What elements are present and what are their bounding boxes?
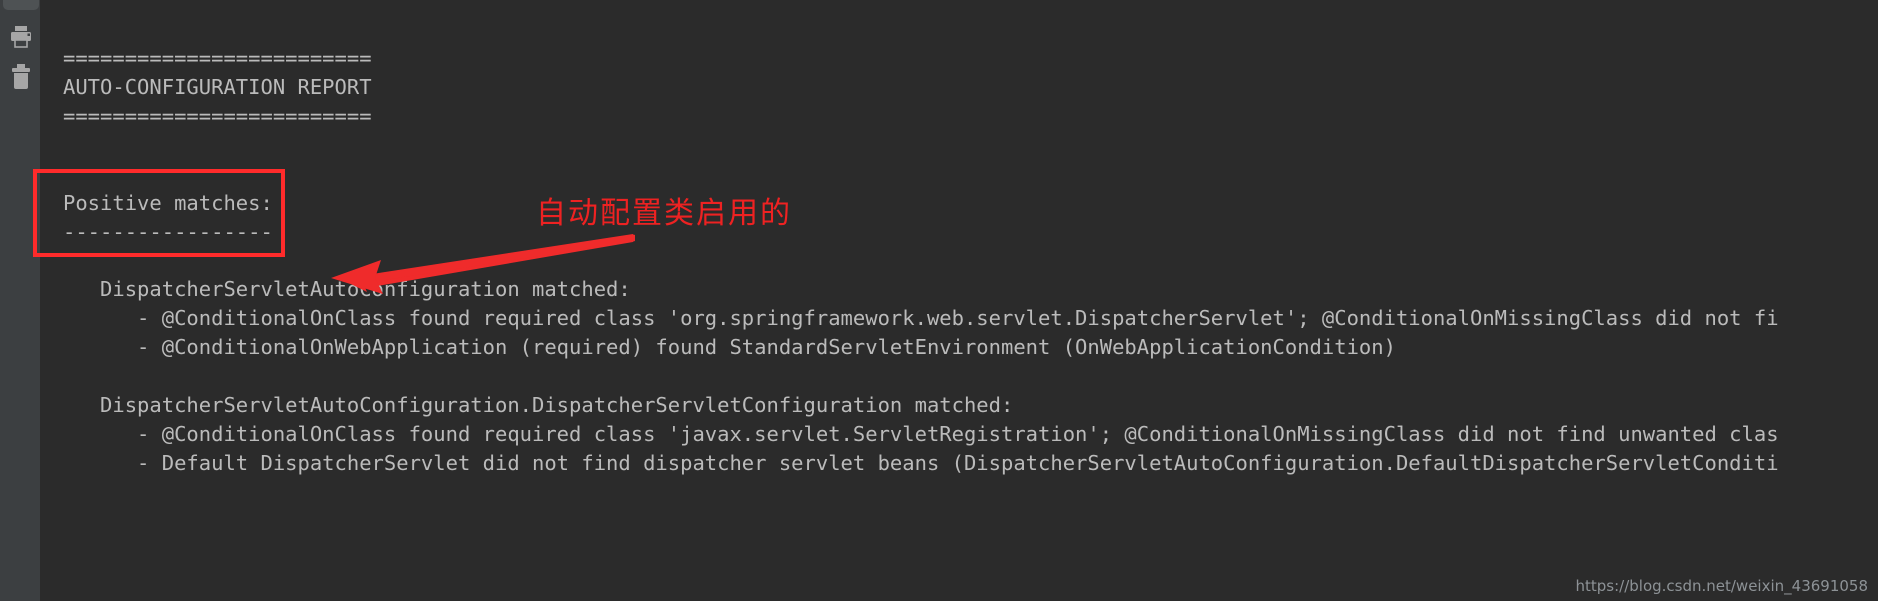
- console-line: DispatcherServletAutoConfiguration match…: [63, 277, 631, 301]
- trash-icon: [9, 64, 33, 94]
- printer-icon: [8, 25, 34, 53]
- console-line: AUTO-CONFIGURATION REPORT: [63, 75, 372, 99]
- console-line: DispatcherServletAutoConfiguration.Dispa…: [63, 393, 1014, 417]
- annotation-text: 自动配置类启用的: [536, 196, 792, 231]
- watermark: https://blog.csdn.net/weixin_43691058: [1575, 577, 1868, 595]
- console-output[interactable]: ========================= AUTO-CONFIGURAT…: [41, 0, 1878, 601]
- console-line: =========================: [63, 104, 372, 128]
- bar-icon: [11, 0, 31, 3]
- console-line: - @ConditionalOnWebApplication (required…: [63, 335, 1396, 359]
- delete-button[interactable]: [0, 60, 41, 98]
- console-line: -----------------: [63, 220, 273, 244]
- console-line: - @ConditionalOnClass found required cla…: [63, 306, 1779, 330]
- console-line: Positive matches:: [63, 191, 273, 215]
- console-line: =========================: [63, 46, 372, 70]
- console-line: - Default DispatcherServlet did not find…: [63, 451, 1779, 475]
- console-line: - @ConditionalOnClass found required cla…: [63, 422, 1779, 446]
- scroll-to-end-button[interactable]: [3, 0, 39, 10]
- left-toolbar: [0, 0, 41, 601]
- print-button[interactable]: [0, 20, 41, 58]
